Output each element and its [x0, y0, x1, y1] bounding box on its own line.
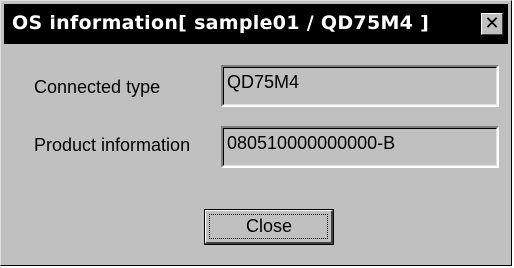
product-information-label: Product information: [34, 135, 191, 155]
product-information-field: 080510000000000-B: [221, 126, 499, 168]
connected-type-label: Connected type: [34, 77, 161, 97]
close-button-label: Close: [245, 216, 293, 236]
connected-type-field: QD75M4: [221, 65, 499, 107]
product-information-value: 080510000000000-B: [223, 128, 497, 166]
os-information-dialog: OS information[ sample01 / QD75M4 ] ✕ Co…: [0, 0, 512, 266]
close-button[interactable]: Close: [204, 209, 334, 245]
title-bar[interactable]: OS information[ sample01 / QD75M4 ] ✕: [4, 4, 508, 44]
connected-type-value: QD75M4: [223, 67, 497, 105]
close-icon[interactable]: ✕: [481, 13, 503, 35]
window-title: OS information[ sample01 / QD75M4 ]: [12, 12, 430, 34]
